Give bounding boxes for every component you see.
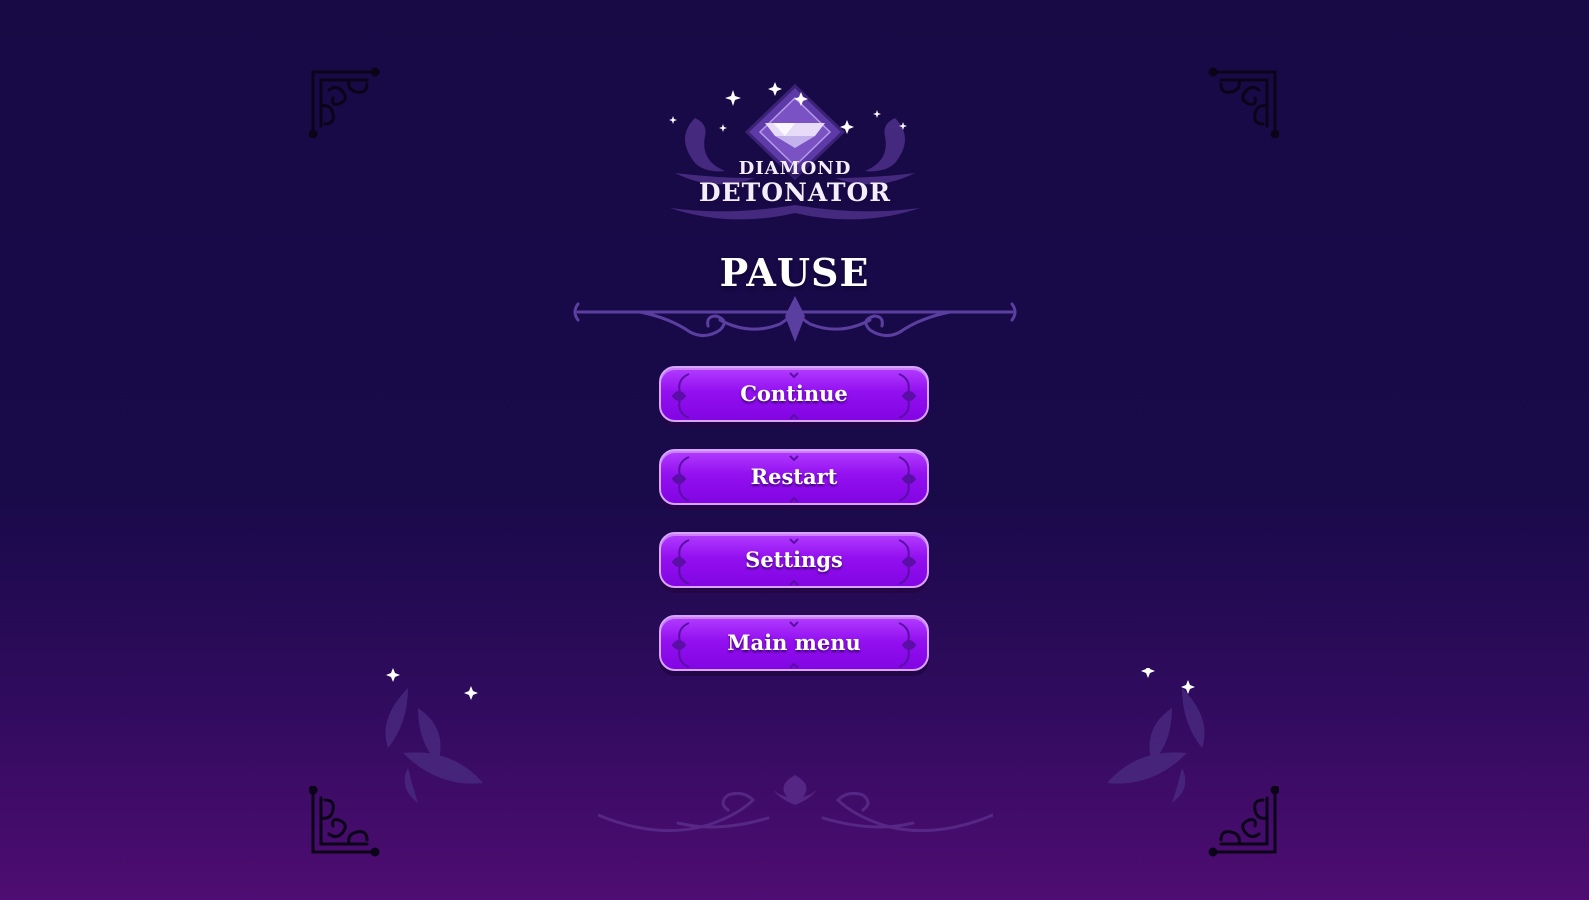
decorative-leaf-left-icon	[385, 668, 483, 803]
settings-button[interactable]: Settings	[659, 532, 929, 588]
restart-button[interactable]: Restart	[659, 449, 929, 505]
corner-ornament-bottom-right-icon	[1208, 786, 1279, 857]
decorative-leaf-right-icon	[1107, 668, 1205, 803]
restart-button-label: Restart	[750, 464, 838, 489]
title-divider-flourish-icon	[573, 296, 1017, 342]
game-logo: DIAMOND DETONATOR	[665, 78, 925, 228]
logo-title-line2: DETONATOR	[698, 178, 892, 207]
main-menu-button-label: Main menu	[727, 630, 861, 655]
pause-title: PAUSE	[719, 250, 870, 295]
continue-button-label: Continue	[740, 381, 848, 406]
continue-button[interactable]: Continue	[659, 366, 929, 422]
logo-title-line1: DIAMOND	[738, 158, 852, 179]
corner-ornament-top-right-icon	[1208, 67, 1279, 138]
bottom-flourish-icon	[598, 775, 993, 833]
main-menu-button[interactable]: Main menu	[659, 615, 929, 671]
corner-ornament-bottom-left-icon	[309, 786, 380, 857]
corner-ornament-top-left-icon	[309, 67, 380, 138]
settings-button-label: Settings	[745, 547, 843, 572]
